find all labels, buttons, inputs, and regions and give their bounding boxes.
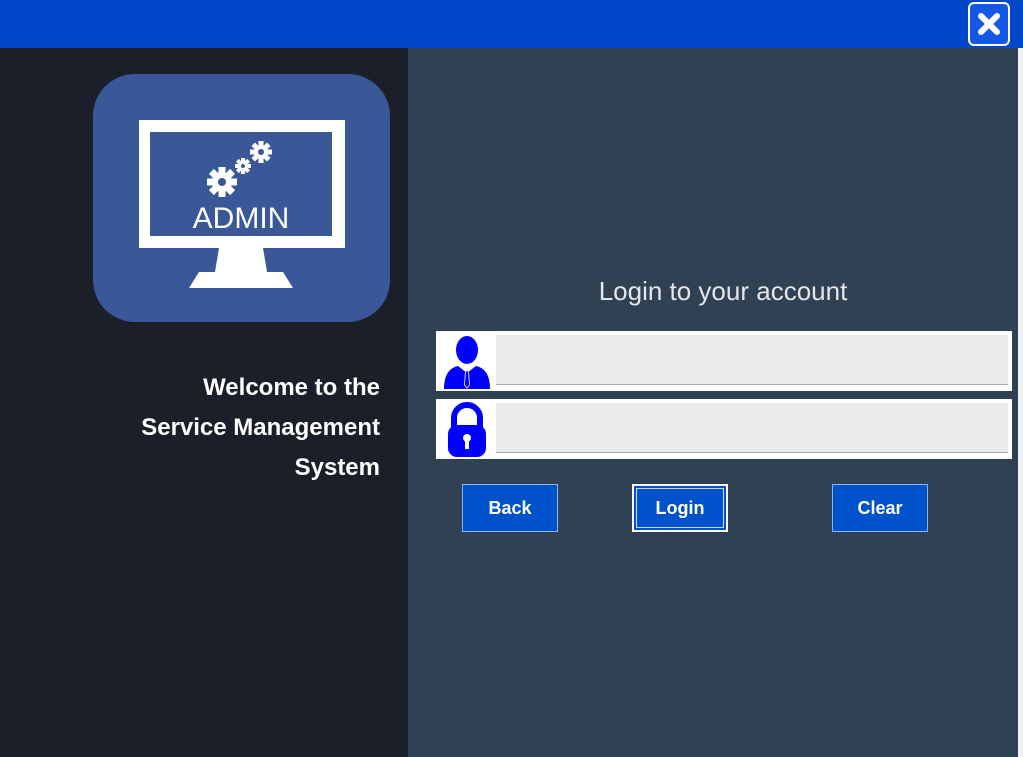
clear-button[interactable]: Clear: [832, 484, 928, 532]
back-button[interactable]: Back: [462, 484, 558, 532]
admin-logo-text: ADMIN: [193, 202, 290, 235]
username-row: [436, 331, 1012, 391]
close-button[interactable]: [968, 2, 1010, 46]
login-button[interactable]: Login: [632, 484, 728, 532]
password-row: [436, 399, 1012, 459]
title-bar: [0, 0, 1023, 48]
user-icon: [444, 336, 490, 389]
welcome-line-1: Welcome to the: [203, 374, 380, 401]
welcome-line-2: Service Management: [141, 414, 380, 441]
welcome-line-3: System: [294, 454, 380, 481]
lock-icon: [448, 402, 486, 457]
password-input[interactable]: [496, 403, 1008, 453]
admin-logo: ADMIN: [93, 74, 390, 322]
login-title: Login to your account: [598, 276, 848, 306]
admin-monitor-gears-icon: ADMIN: [139, 120, 345, 288]
username-input[interactable]: [496, 335, 1008, 385]
welcome-message: Welcome to the Service Management System: [0, 368, 380, 488]
window-edge-strip: [1018, 48, 1023, 757]
close-icon: [978, 13, 1000, 35]
